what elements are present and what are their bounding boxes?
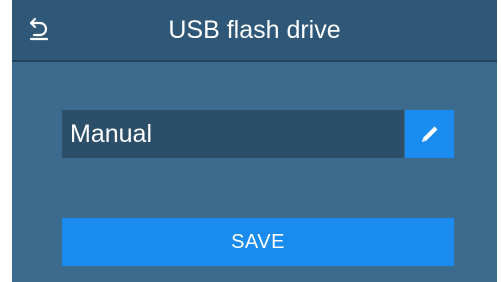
back-arrow-icon (29, 17, 49, 41)
name-field[interactable]: Manual (62, 110, 404, 158)
save-button[interactable]: SAVE (62, 218, 454, 266)
page-title: USB flash drive (168, 16, 341, 44)
screen: USB flash drive Manual SAVE (12, 0, 497, 282)
name-field-row: Manual (62, 110, 454, 158)
edit-button[interactable] (405, 110, 454, 158)
header-bar: USB flash drive (12, 0, 497, 62)
pencil-icon (421, 126, 437, 142)
back-button[interactable] (20, 10, 58, 48)
